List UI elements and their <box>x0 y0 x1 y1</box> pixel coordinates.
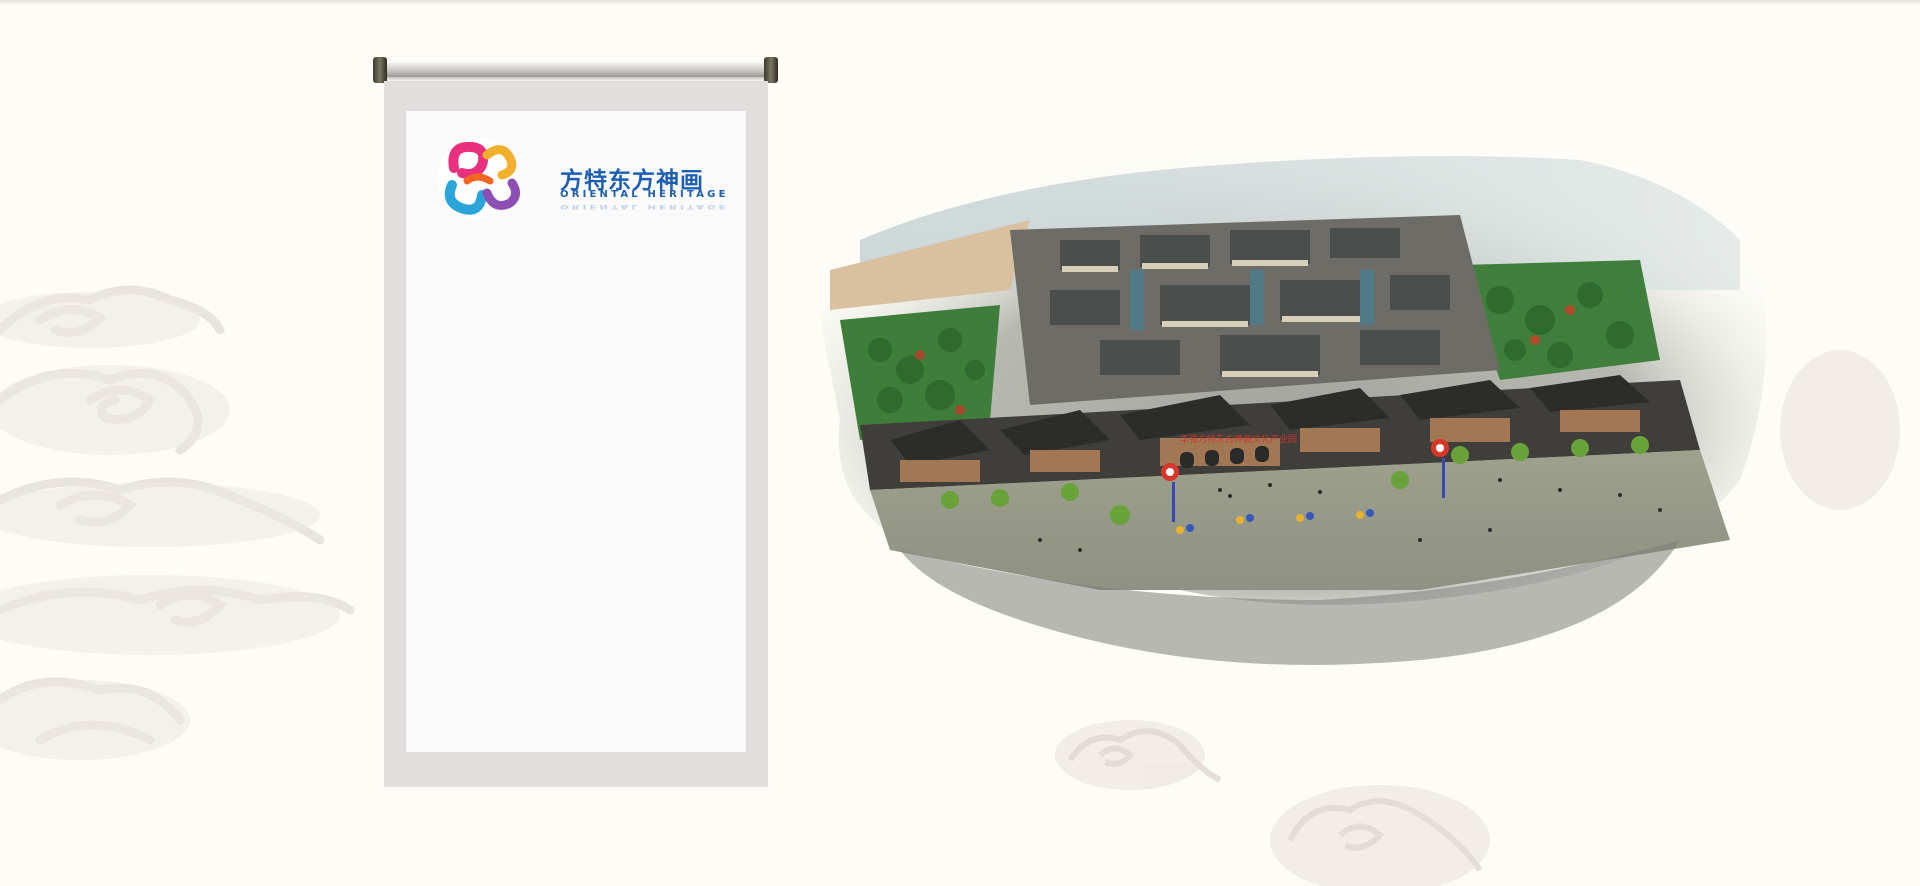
park-gate-banner: 华强方特东方神画文化产业园 <box>1180 433 1297 445</box>
scroll-rod <box>373 57 778 83</box>
scroll-rod-bar <box>383 63 768 77</box>
oriental-heritage-logo-mark-icon <box>437 138 520 218</box>
theme-park-aerial-illustration: 华强方特东方神画文化产业园 <box>820 146 1767 665</box>
logo-title-en: ORIENTAL HERITAGE <box>560 189 729 200</box>
scroll-rod-cap-left <box>373 57 387 83</box>
oriental-heritage-logo[interactable]: 方特东方神画 ORIENTAL HERITAGE ORIENTAL HERITA… <box>432 125 732 220</box>
scroll-rod-cap-right <box>764 57 778 83</box>
scroll-paper: 方特东方神画 ORIENTAL HERITAGE ORIENTAL HERITA… <box>406 111 746 752</box>
logo-title-en-reflection: ORIENTAL HERITAGE <box>560 203 729 210</box>
scroll-panel: 方特东方神画 ORIENTAL HERITAGE ORIENTAL HERITA… <box>384 81 768 787</box>
